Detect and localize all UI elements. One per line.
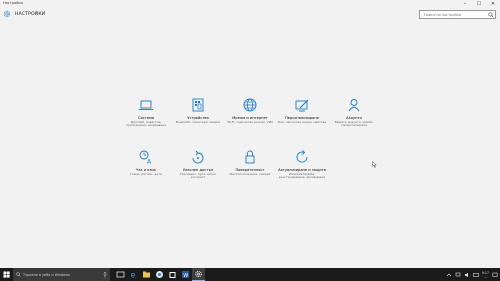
search-icon [16,272,21,277]
clock-language-icon: A [139,150,152,166]
page-title: НАСТРОЙКИ [15,12,46,17]
tile-personalization[interactable]: Персонализиране Фон, заключен екран, цве… [275,97,329,139]
tile-privacy[interactable]: Поверителност Местоположение, камера [223,149,277,191]
word-icon[interactable]: W [179,268,192,281]
network-icon[interactable] [455,272,461,278]
microphone-icon[interactable] [103,271,107,278]
refresh-icon [296,150,308,163]
svg-text:A: A [147,159,152,166]
store-icon[interactable] [166,268,179,281]
tile-description: Местоположение, камера [229,171,271,176]
tile-description: Разказвач, лупа, висок контраст [179,171,217,180]
volume-icon[interactable] [464,272,470,278]
tile-system[interactable]: Система Дисплей, известия, приложения, з… [119,97,173,139]
edge-browser-icon[interactable]: e [127,268,140,281]
tile-description: Дисплей, известия, приложения, захранван… [125,119,167,128]
tile-description: Wi-Fi, самолетен режим, VPN [227,119,273,124]
tile-description: Фон, заключен екран, цветове [277,119,327,124]
tile-description: Вашите акаунти, имейл, синхронизиране [334,119,374,128]
taskbar: Търсене в уеба и Windows e W 9:17 ... [0,268,500,281]
windows-start-icon[interactable] [0,268,13,281]
window-title: Настройки [3,1,23,5]
tile-time-language[interactable]: A Час и език Говор, регион, дата [119,149,173,191]
task-view-icon[interactable] [114,268,127,281]
minimize-button[interactable]: – [458,0,472,8]
settings-search-box[interactable] [419,10,496,19]
laptop-icon [139,100,153,110]
file-explorer-icon[interactable] [140,268,153,281]
lock-icon [245,150,255,164]
ease-of-access-icon [192,150,204,164]
tile-description: Говор, регион, дата [130,171,162,176]
search-icon[interactable] [488,12,494,18]
gear-icon [3,10,11,18]
tile-description: Windows Update, възстановяване, архивира… [278,171,326,180]
svg-text:W: W [183,273,188,279]
window-titlebar: Настройки – ☐ ✕ [0,0,500,8]
tile-ease-of-access[interactable]: Улеснен достъп Разказвач, лупа, висок ко… [171,149,225,191]
clock[interactable]: 9:17 ... [482,271,489,279]
settings-gear-icon[interactable] [192,268,205,281]
close-button[interactable]: ✕ [486,0,500,8]
chrome-icon[interactable] [153,268,166,281]
taskbar-search-box[interactable]: Търсене в уеба и Windows [13,268,110,281]
maximize-button[interactable]: ☐ [472,0,486,8]
svg-text:e: e [131,271,136,280]
person-icon [348,99,360,112]
tile-accounts[interactable]: Акаунти Вашите акаунти, имейл, синхрониз… [327,97,381,139]
taskbar-search-placeholder: Търсене в уеба и Windows [23,272,70,277]
keyboard-layout-icon[interactable] [473,272,479,278]
tile-devices[interactable]: Устройства Bluetooth, принтери, мишка [171,97,225,139]
clock-date: ... [483,274,487,279]
tile-network[interactable]: Мрежа и интернет Wi-Fi, самолетен режим,… [223,97,277,139]
globe-icon [243,98,257,112]
tile-description: Bluetooth, принтери, мишка [175,119,221,124]
paint-icon [295,99,309,112]
chevron-up-icon[interactable] [446,272,452,278]
devices-icon [192,98,204,112]
mouse-cursor-icon [372,161,377,168]
system-tray: 9:17 ... [446,268,500,281]
tile-update-security[interactable]: Актуализиране и защита Windows Update, в… [275,149,329,191]
clock-time: 9:17 [481,270,489,275]
notifications-icon[interactable] [492,272,498,278]
search-input[interactable] [420,11,488,19]
